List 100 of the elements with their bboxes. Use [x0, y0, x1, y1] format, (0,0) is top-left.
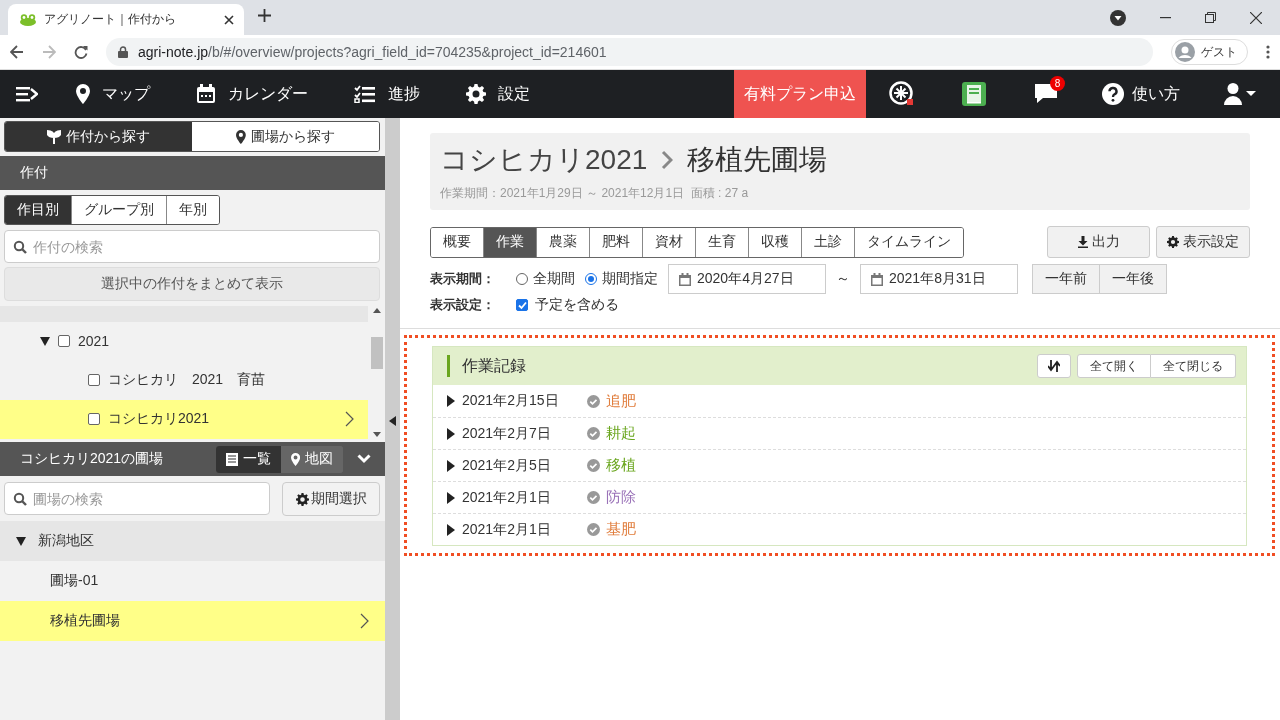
expand-all-button[interactable]: 全て開く — [1077, 354, 1151, 378]
search-mode-tab[interactable]: 作付から探す — [5, 122, 192, 151]
tab-search-icon[interactable] — [1110, 9, 1126, 26]
record-date[interactable]: 2021年2月5日 — [462, 456, 587, 475]
chevron-right-icon — [360, 613, 369, 629]
expanded-triangle-icon[interactable] — [16, 535, 26, 547]
chevron-down-icon[interactable] — [357, 454, 371, 464]
check-circle-icon — [587, 427, 600, 440]
record-date[interactable]: 2021年2月1日 — [462, 520, 587, 539]
url-text: agri-note.jp/b/#/overview/projects?agri_field_id=704235&project_id=214601 — [138, 44, 607, 60]
period-select-button[interactable]: 期間選択 — [282, 482, 380, 516]
avatar-icon — [1175, 42, 1195, 62]
scrollbar-thumb[interactable] — [370, 336, 383, 369]
field-label: 表示設定： — [430, 296, 496, 314]
end-date-field[interactable]: 2021年8月31日 — [860, 264, 1018, 294]
field-row[interactable]: 圃場-01 — [0, 561, 385, 601]
check-circle-icon — [587, 491, 600, 504]
calendar-icon — [196, 84, 216, 104]
close-icon[interactable] — [224, 14, 234, 25]
collapse-all-button[interactable]: 全て閉じる — [1151, 354, 1236, 378]
year-shift-button[interactable]: 一年前 — [1032, 264, 1100, 294]
include-plans-checkbox[interactable]: 予定を含める — [516, 296, 619, 314]
frog-icon — [20, 13, 36, 26]
crop-filter-tab[interactable]: 年別 — [167, 196, 219, 224]
map-pin-icon — [236, 129, 246, 144]
crop-row[interactable]: コシヒカリ2021 — [0, 399, 368, 439]
download-icon — [1077, 236, 1088, 248]
map-pin-icon — [290, 452, 300, 466]
checkbox[interactable] — [88, 413, 100, 426]
collapsed-triangle-icon[interactable] — [446, 523, 456, 536]
check-circle-icon — [587, 394, 600, 408]
crop-title[interactable]: コシヒカリ2021 — [440, 141, 648, 179]
field-search-field[interactable]: 圃場の検索 — [4, 482, 270, 515]
crop-row[interactable]: コシヒカリ 2021 育苗 — [0, 360, 368, 400]
collapsed-triangle-icon[interactable] — [446, 427, 456, 440]
collapsed-triangle-icon[interactable] — [446, 491, 456, 504]
nav-link[interactable]: マップ — [76, 83, 150, 105]
search-icon — [13, 240, 27, 254]
crop-search-field[interactable]: 作付の検索 — [4, 230, 380, 263]
profile-button[interactable]: ゲスト — [1171, 39, 1248, 65]
restore-icon[interactable] — [1205, 12, 1216, 23]
menu-icon[interactable] — [1266, 45, 1270, 59]
collapsed-triangle-icon[interactable] — [446, 459, 456, 472]
help-icon — [1102, 83, 1124, 105]
menu-icon[interactable] — [16, 86, 38, 102]
expanded-triangle-icon[interactable] — [40, 335, 50, 348]
export-button[interactable]: 出力 — [1047, 226, 1150, 258]
collapsed-triangle-icon[interactable] — [446, 395, 456, 407]
period-radio[interactable]: 期間指定 — [585, 270, 658, 288]
start-date-field[interactable]: 2020年4月27日 — [668, 264, 826, 294]
close-icon[interactable] — [1250, 11, 1262, 24]
scroll-down-icon[interactable] — [372, 432, 381, 437]
nav-link[interactable]: 進捗 — [354, 83, 420, 105]
section-header: コシヒカリ2021の圃場 — [20, 450, 165, 468]
crop-filter-tab[interactable]: グループ別 — [72, 196, 167, 224]
settings-icon — [295, 492, 309, 506]
year-shift-button[interactable]: 一年後 — [1100, 264, 1167, 294]
search-mode-tab[interactable]: 圃場から探す — [192, 122, 379, 151]
period-area-text: 作業期間：2021年1月29日 ～ 2021年12月1日 面積 : 27 a — [440, 185, 750, 202]
settings-icon — [466, 84, 486, 104]
record-date[interactable]: 2021年2月7日 — [462, 424, 587, 443]
content-tab[interactable]: 作業 — [484, 227, 537, 257]
tree-item[interactable]: 2021 — [78, 333, 354, 350]
field-row[interactable]: 移植先圃場 — [0, 601, 385, 641]
back-icon[interactable] — [10, 45, 24, 59]
settings-icon — [1167, 236, 1179, 248]
new-tab-icon[interactable] — [258, 9, 271, 22]
period-radio[interactable]: 全期間 — [516, 270, 575, 288]
nav-link[interactable]: 設定 — [466, 83, 530, 105]
scroll-up-icon[interactable] — [372, 308, 381, 313]
crop-filter-tab[interactable]: 作目別 — [5, 196, 72, 224]
help-link[interactable]: 使い方 — [1096, 82, 1186, 106]
collapse-arrow-icon[interactable] — [389, 416, 396, 426]
address-bar[interactable]: agri-note.jp/b/#/overview/projects?agri_field_id=704235&project_id=214601 — [106, 38, 1153, 66]
sort-button[interactable] — [1037, 354, 1071, 378]
bulk-display-button[interactable]: 選択中の作付をまとめて表示 — [4, 267, 380, 301]
record-date[interactable]: 2021年2月1日 — [462, 488, 587, 507]
crop-name: コシヒカリ2021 — [108, 410, 211, 429]
display-settings-button[interactable]: 表示設定 — [1156, 226, 1250, 258]
region-name[interactable]: 新潟地区 — [38, 532, 94, 550]
checkbox[interactable] — [58, 335, 70, 348]
record-date[interactable]: 2021年2月15日 — [462, 392, 587, 410]
view-mode-tab[interactable]: 一覧 — [215, 445, 281, 473]
section-header: 作付 — [0, 156, 385, 190]
messages-button[interactable]: 8 — [1010, 74, 1082, 114]
content-tab[interactable]: 概要 — [431, 227, 484, 257]
reload-icon[interactable] — [74, 45, 88, 59]
user-menu-icon[interactable] — [1224, 83, 1256, 105]
map-pin-icon — [76, 84, 90, 104]
scrollbar[interactable] — [368, 306, 385, 439]
task-name: 基肥 — [606, 520, 636, 539]
checkbox[interactable] — [516, 299, 528, 311]
calendar-icon — [871, 272, 883, 286]
tab-title: アグリノート｜作付から — [44, 11, 177, 28]
nav-link[interactable]: カレンダー — [196, 83, 308, 105]
minimize-icon[interactable] — [1160, 16, 1171, 19]
checkbox[interactable] — [88, 374, 100, 387]
task-name: 耕起 — [606, 424, 636, 443]
crop-name: コシヒカリ 2021 育苗 — [108, 371, 267, 390]
list-icon — [225, 452, 238, 466]
